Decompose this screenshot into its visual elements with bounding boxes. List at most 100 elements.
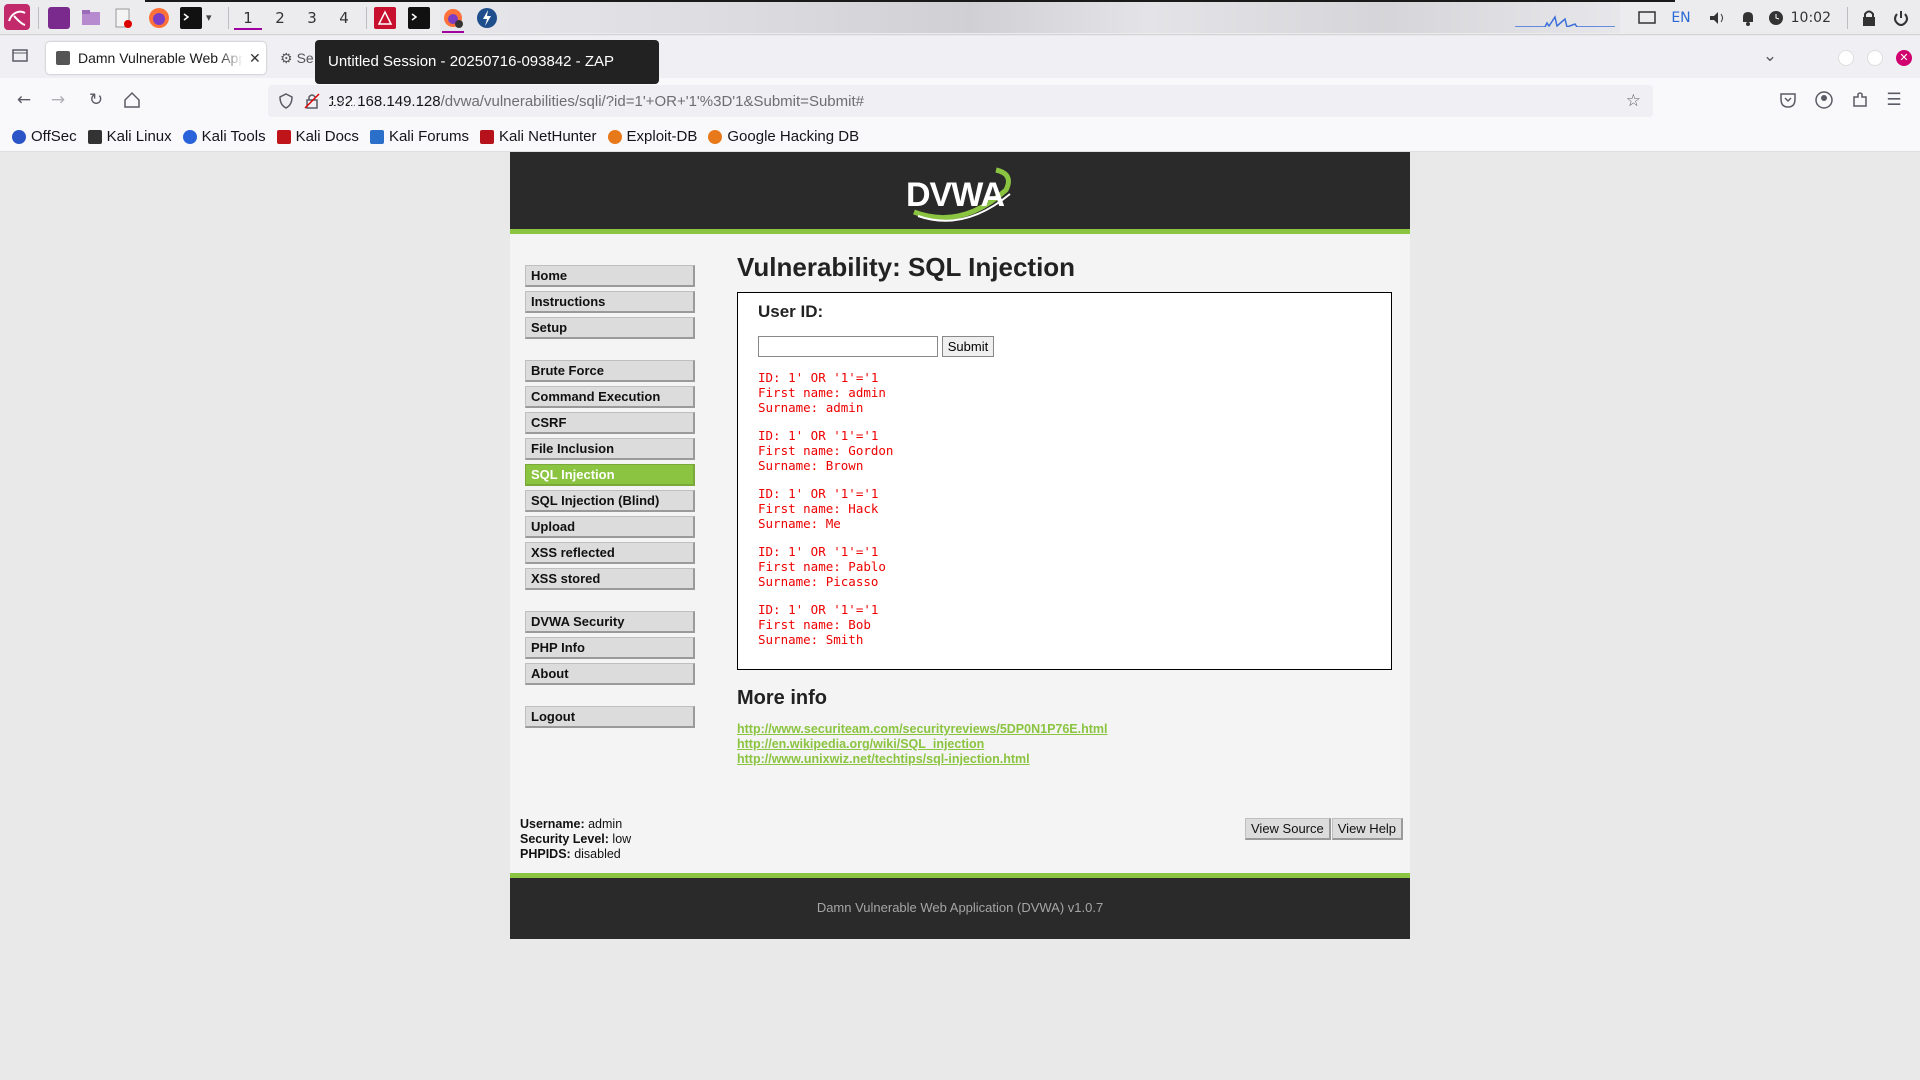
- menu-home[interactable]: Home: [525, 265, 695, 287]
- bookmark-kali-linux[interactable]: Kali Linux: [87, 128, 172, 145]
- workspace-4[interactable]: 4: [330, 6, 358, 30]
- terminal-app-icon[interactable]: [48, 7, 70, 29]
- list-all-tabs-icon[interactable]: ⌄: [1760, 46, 1780, 66]
- link-securiteam[interactable]: http://www.securiteam.com/securityreview…: [737, 722, 1108, 737]
- phpids-value: disabled: [574, 847, 621, 861]
- menu-sql-injection-blind[interactable]: SQL Injection (Blind): [525, 490, 695, 512]
- extensions-icon[interactable]: [1850, 90, 1870, 110]
- menu-logout[interactable]: Logout: [525, 706, 695, 728]
- close-tab-icon[interactable]: ✕: [249, 50, 261, 67]
- bookmark-google-hacking-db[interactable]: Google Hacking DB: [708, 128, 859, 145]
- zap-window-tooltip: Untitled Session - 20250716-093842 - ZAP…: [315, 40, 659, 114]
- menu-about[interactable]: About: [525, 663, 695, 685]
- view-source-button[interactable]: View Source: [1245, 818, 1331, 840]
- nethunter-icon: [479, 129, 494, 144]
- minimize-button[interactable]: [1838, 50, 1854, 66]
- offsec-icon: [12, 129, 26, 144]
- firefox-window-icon[interactable]: [442, 7, 464, 33]
- reload-icon[interactable]: ↻: [86, 90, 106, 110]
- notification-bell-icon[interactable]: [1739, 9, 1757, 27]
- home-icon[interactable]: [122, 90, 142, 110]
- link-wikipedia[interactable]: http://en.wikipedia.org/wiki/SQL_injecti…: [737, 737, 1108, 752]
- dvwa-header: DVWA: [510, 152, 1410, 234]
- power-icon[interactable]: [1892, 9, 1910, 27]
- terminal-icon[interactable]: [180, 7, 202, 29]
- userid-label: User ID:: [758, 302, 824, 321]
- insecure-lock-icon[interactable]: [304, 93, 320, 113]
- menu-file-inclusion[interactable]: File Inclusion: [525, 438, 695, 460]
- bookmark-label: Kali Forums: [388, 128, 469, 145]
- kali-dragon-icon: [87, 129, 102, 144]
- menu-xss-reflected[interactable]: XSS reflected: [525, 542, 695, 564]
- bookmark-kali-docs[interactable]: Kali Docs: [276, 128, 359, 145]
- close-window-button[interactable]: ✕: [1896, 50, 1912, 66]
- app-menu-icon[interactable]: ☰: [1884, 90, 1904, 110]
- kali-menu-icon[interactable]: [4, 4, 30, 30]
- menu-setup[interactable]: Setup: [525, 317, 695, 339]
- pdf-app-icon[interactable]: [374, 7, 396, 29]
- text-editor-icon[interactable]: [112, 7, 134, 29]
- shield-icon[interactable]: [278, 93, 294, 113]
- result-surname: Surname: Brown: [758, 458, 864, 473]
- userid-input[interactable]: [758, 336, 938, 357]
- logo-text: DVWA: [906, 176, 1005, 214]
- lock-icon[interactable]: [1860, 9, 1878, 27]
- bookmark-exploit-db[interactable]: Exploit-DB: [607, 128, 697, 145]
- page-viewport: DVWA Home Instructions Setup Brute Force…: [0, 152, 1920, 1080]
- workspace-1[interactable]: 1: [234, 6, 262, 30]
- gear-icon: ⚙: [280, 49, 293, 66]
- view-buttons: View Source View Help: [1245, 818, 1404, 840]
- maximize-button[interactable]: [1867, 50, 1883, 66]
- bookmark-offsec[interactable]: OffSec: [12, 128, 77, 145]
- back-icon[interactable]: ←: [14, 90, 34, 110]
- chevron-down-icon[interactable]: ▾: [206, 7, 220, 29]
- ghdb-icon: [708, 129, 723, 144]
- dvwa-logo: DVWA: [906, 160, 1016, 226]
- menu-sql-injection[interactable]: SQL Injection: [525, 464, 695, 486]
- browser-tab-bar: Damn Vulnerable Web Application ✕ ⚙ Se ⌄…: [0, 36, 1920, 78]
- result-record: ID: 1' OR '1'='1 First name: Bob Surname: …: [758, 602, 893, 647]
- url-bar[interactable]: 192.168.149.128 /dvwa/vulnerabilities/sq…: [268, 85, 1653, 117]
- forward-icon[interactable]: →: [48, 90, 68, 110]
- bookmark-kali-tools[interactable]: Kali Tools: [182, 128, 266, 145]
- taskbar-tray: EN 10:02: [1515, 0, 1920, 35]
- menu-command-execution[interactable]: Command Execution: [525, 386, 695, 408]
- firefox-icon[interactable]: [148, 7, 170, 29]
- result-first-name: First name: admin: [758, 385, 886, 400]
- terminal-window-icon[interactable]: [408, 7, 430, 29]
- menu-upload[interactable]: Upload: [525, 516, 695, 538]
- result-surname: Surname: Smith: [758, 632, 864, 647]
- menu-xss-stored[interactable]: XSS stored: [525, 568, 695, 590]
- pocket-icon[interactable]: [1778, 90, 1798, 110]
- result-record: ID: 1' OR '1'='1 First name: Pablo Surname…: [758, 544, 893, 589]
- menu-brute-force[interactable]: Brute Force: [525, 360, 695, 382]
- file-manager-icon[interactable]: [80, 7, 102, 29]
- page-title: Vulnerability: SQL Injection: [737, 252, 1076, 282]
- view-help-button[interactable]: View Help: [1331, 818, 1404, 840]
- workspace-3[interactable]: 3: [298, 6, 326, 30]
- bookmark-kali-forums[interactable]: Kali Forums: [369, 128, 469, 145]
- zap-window-icon[interactable]: [476, 7, 498, 29]
- menu-csrf[interactable]: CSRF: [525, 412, 695, 434]
- security-level-label: Security Level:: [520, 832, 609, 846]
- account-icon[interactable]: [1814, 90, 1834, 110]
- menu-php-info[interactable]: PHP Info: [525, 637, 695, 659]
- taskbar-separator: [38, 7, 39, 29]
- clock-time[interactable]: 10:02: [1791, 10, 1831, 26]
- volume-icon[interactable]: [1707, 9, 1727, 27]
- link-unixwiz[interactable]: http://www.unixwiz.net/techtips/sql-inje…: [737, 752, 1108, 767]
- submit-button[interactable]: Submit: [942, 336, 994, 357]
- menu-dvwa-security[interactable]: DVWA Security: [525, 611, 695, 633]
- tab-overview-icon[interactable]: [10, 46, 30, 66]
- result-first-name: First name: Gordon: [758, 443, 894, 458]
- tab-dvwa[interactable]: Damn Vulnerable Web Application ✕: [46, 42, 266, 74]
- bookmarks-toolbar: OffSec Kali Linux Kali Tools Kali Docs K…: [0, 122, 1920, 152]
- bookmark-label: Kali Linux: [106, 128, 172, 145]
- workspace-2[interactable]: 2: [266, 6, 294, 30]
- keyboard-language[interactable]: EN: [1671, 10, 1690, 26]
- display-icon[interactable]: [1637, 9, 1657, 27]
- session-status: Username: admin Security Level: low PHPI…: [520, 817, 631, 862]
- bookmark-kali-nethunter[interactable]: Kali NetHunter: [479, 128, 597, 145]
- menu-instructions[interactable]: Instructions: [525, 291, 695, 313]
- bookmark-star-icon[interactable]: ☆: [1626, 91, 1641, 111]
